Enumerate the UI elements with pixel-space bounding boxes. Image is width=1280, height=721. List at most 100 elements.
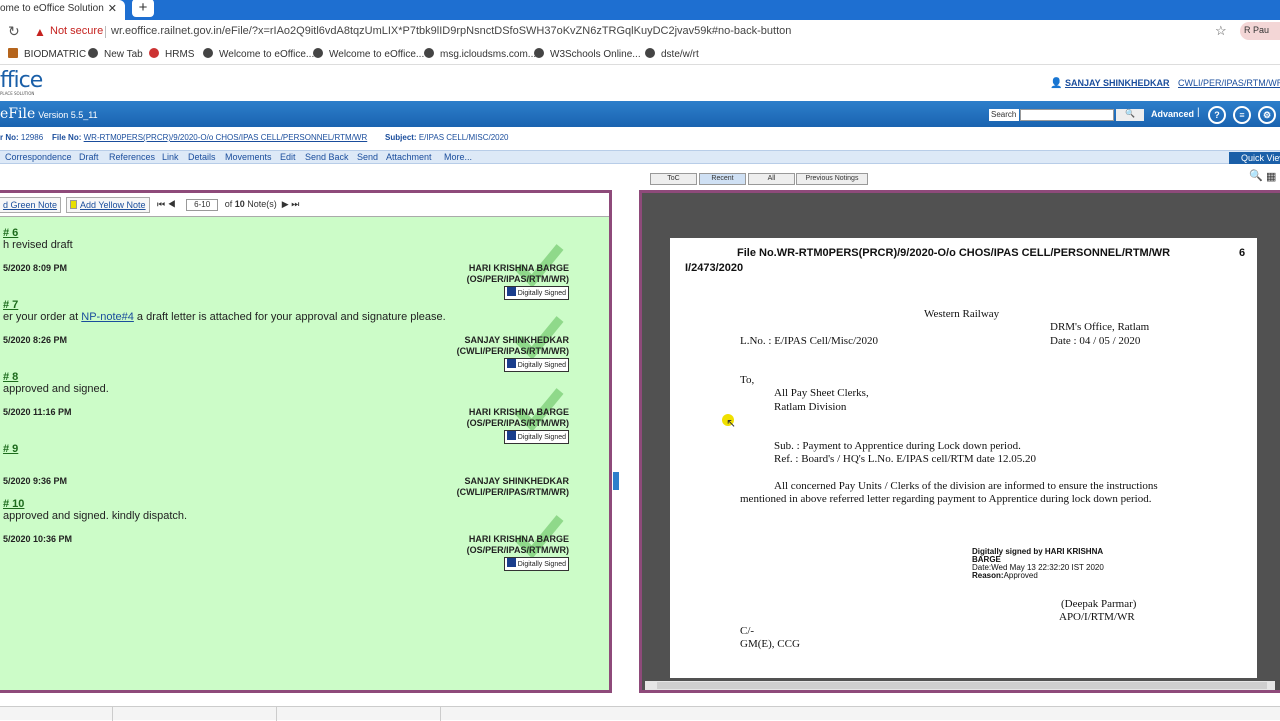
divider — [440, 707, 441, 721]
document-viewer: File No.WR-RTM0PERS(PRCR)/9/2020-O/o CHO… — [639, 190, 1280, 693]
notes-pager: ⏮ ◀ 6-10 of 10 Note(s) ▶ ⏭ — [157, 199, 300, 211]
globe-icon — [534, 48, 544, 58]
doc-recipient-2: Ratlam Division — [774, 401, 847, 413]
warning-icon[interactable]: ▲ — [34, 25, 46, 39]
profile-button[interactable]: R Pau — [1240, 22, 1280, 40]
menu-link[interactable]: Link — [162, 152, 179, 162]
bookmark-hrms[interactable]: HRMS — [149, 48, 194, 60]
not-secure-label[interactable]: Not secure — [50, 25, 103, 37]
doc-file-number: File No.WR-RTM0PERS(PRCR)/9/2020-O/o CHO… — [737, 247, 1171, 259]
bookmark-eoffice-2[interactable]: Welcome to eOffice... — [313, 48, 424, 60]
help-icon[interactable]: ? — [1208, 106, 1226, 124]
note-date: 5/2020 10:36 PM — [3, 534, 73, 544]
bookmark-w3schools[interactable]: W3Schools Online... — [534, 48, 641, 60]
note-number[interactable]: # 10 — [3, 498, 24, 510]
mouse-pointer-icon: ↖ — [726, 416, 737, 430]
add-green-note-button[interactable]: d Green Note — [0, 197, 62, 213]
prev-page-icon[interactable]: ◀ — [168, 199, 176, 209]
user-post[interactable]: CWLI/PER/IPAS/RTM/WR/S — [1178, 78, 1280, 88]
divider: | — [1197, 107, 1200, 118]
tab-all[interactable]: All — [748, 173, 795, 185]
doc-cc-recipient: GM(E), CCG — [740, 638, 800, 650]
doc-body-2: mentioned in above referred letter regar… — [740, 493, 1152, 505]
close-tab-icon[interactable]: ✕ — [108, 2, 117, 15]
bookmark-eoffice-1[interactable]: Welcome to eOffice... — [203, 48, 314, 60]
bookmark-dste[interactable]: dste/w/rt — [645, 48, 699, 60]
add-yellow-note-button[interactable]: Add Yellow Note — [66, 197, 150, 213]
digitally-signed-badge[interactable]: Digitally Signed — [503, 430, 569, 444]
tab-recent[interactable]: Recent — [699, 173, 746, 185]
zoom-search-icon[interactable]: 🔍 — [1249, 169, 1263, 182]
next-page-icon[interactable]: ▶ — [282, 199, 289, 209]
first-page-icon[interactable]: ⏮ — [157, 199, 165, 209]
menu-draft[interactable]: Draft — [79, 152, 99, 162]
note-signature: SANJAY SHINKHEDKAR (CWLI/PER/IPAS/RTM/WR) — [456, 476, 569, 497]
search-icon[interactable]: 🔍 — [1116, 109, 1144, 121]
certificate-icon — [506, 359, 516, 368]
file-number-link[interactable]: WR-RTM0PERS(PRCR)/9/2020-O/o CHOS/IPAS C… — [84, 133, 368, 142]
menu-send-back[interactable]: Send Back — [305, 152, 349, 162]
new-tab-button[interactable]: + — [132, 0, 154, 17]
bookmark-new-tab[interactable]: New Tab — [88, 48, 143, 60]
note-number[interactable]: # 9 — [3, 443, 18, 455]
file-info-bar: r No: 12986 File No: WR-RTM0PERS(PRCR)/9… — [0, 133, 509, 142]
np-note-link[interactable]: NP-note#4 — [81, 311, 134, 323]
note-date: 5/2020 8:09 PM — [3, 263, 68, 273]
tab-toc[interactable]: ToC — [650, 173, 697, 185]
certificate-icon — [506, 558, 516, 567]
menu-attachment[interactable]: Attachment — [386, 152, 432, 162]
tab-previous-notings[interactable]: Previous Notings — [796, 173, 868, 185]
digitally-signed-badge[interactable]: Digitally Signed — [503, 286, 569, 300]
document-icon[interactable]: ≡ — [1233, 106, 1251, 124]
reload-icon[interactable]: ↻ — [8, 23, 20, 40]
menu-edit[interactable]: Edit — [280, 152, 296, 162]
digitally-signed-badge[interactable]: Digitally Signed — [503, 557, 569, 571]
grid-view-icon[interactable]: ▦ — [1266, 170, 1276, 183]
note-number[interactable]: # 6 — [3, 227, 18, 239]
bookmark-biodmatric[interactable]: BIODMATRIC — [8, 48, 86, 60]
note-date: 5/2020 11:16 PM — [3, 407, 72, 417]
search-input[interactable] — [1020, 109, 1114, 121]
file-menu-bar: Correspondence Draft References Link Det… — [0, 150, 1280, 164]
doc-signatory-name: (Deepak Parmar) — [1061, 598, 1137, 610]
note-date: 5/2020 9:36 PM — [3, 476, 68, 486]
menu-details[interactable]: Details — [188, 152, 216, 162]
doc-subject: Sub. : Payment to Apprentice during Lock… — [774, 440, 1021, 452]
url-field[interactable]: wr.eoffice.railnet.gov.in/eFile/?x=rIAo2… — [111, 25, 791, 37]
note-number[interactable]: # 7 — [3, 299, 18, 311]
globe-icon — [645, 48, 655, 58]
menu-correspondence[interactable]: Correspondence — [5, 152, 72, 162]
user-info: 👤 SANJAY SHINKHEDKAR CWLI/PER/IPAS/RTM/W… — [1050, 78, 1280, 89]
menu-send[interactable]: Send — [357, 152, 378, 162]
advanced-search-link[interactable]: Advanced — [1151, 109, 1194, 119]
divider — [276, 707, 277, 721]
browser-tab[interactable]: ome to eOffice Solution ✕ — [0, 0, 125, 20]
note-number[interactable]: # 8 — [3, 371, 18, 383]
menu-references[interactable]: References — [109, 152, 155, 162]
user-name[interactable]: SANJAY SHINKHEDKAR — [1065, 78, 1170, 88]
page-range-input[interactable]: 6-10 — [186, 199, 219, 211]
doc-reference: Ref. : Board's / HQ's L.No. E/IPAS cell/… — [774, 453, 1036, 465]
horizontal-scrollbar[interactable] — [645, 681, 1275, 690]
menu-more[interactable]: More... — [444, 152, 472, 162]
panel-splitter-handle[interactable] — [613, 472, 619, 490]
notes-panel: d Green Note Add Yellow Note ⏮ ◀ 6-10 of… — [0, 190, 612, 693]
eoffice-logo: ffice PLACE SOLUTION — [0, 68, 43, 96]
quick-view-button[interactable]: Quick View — [1229, 152, 1280, 164]
doc-office: DRM's Office, Ratlam — [1050, 321, 1150, 333]
doc-letter-number: L.No. : E/IPAS Cell/Misc/2020 — [740, 335, 879, 347]
note-signature: HARI KRISHNA BARGE (OS/PER/IPAS/RTM/WR) D… — [467, 407, 569, 444]
bookmark-star-icon[interactable]: ☆ — [1215, 23, 1227, 39]
scrollbar-thumb[interactable] — [657, 682, 1267, 689]
bookmark-icloudsms[interactable]: msg.icloudsms.com... — [424, 48, 536, 60]
download-bar — [0, 706, 1280, 721]
digitally-signed-badge[interactable]: Digitally Signed — [503, 358, 569, 372]
last-page-icon[interactable]: ⏭ — [291, 199, 299, 209]
doc-recipient-1: All Pay Sheet Clerks, — [774, 387, 869, 399]
note-icon — [70, 200, 77, 209]
hrms-icon — [149, 48, 159, 58]
menu-movements[interactable]: Movements — [225, 152, 272, 162]
globe-icon — [424, 48, 434, 58]
doc-body-1: All concerned Pay Units / Clerks of the … — [774, 480, 1158, 492]
settings-icon[interactable]: ⚙ — [1258, 106, 1276, 124]
